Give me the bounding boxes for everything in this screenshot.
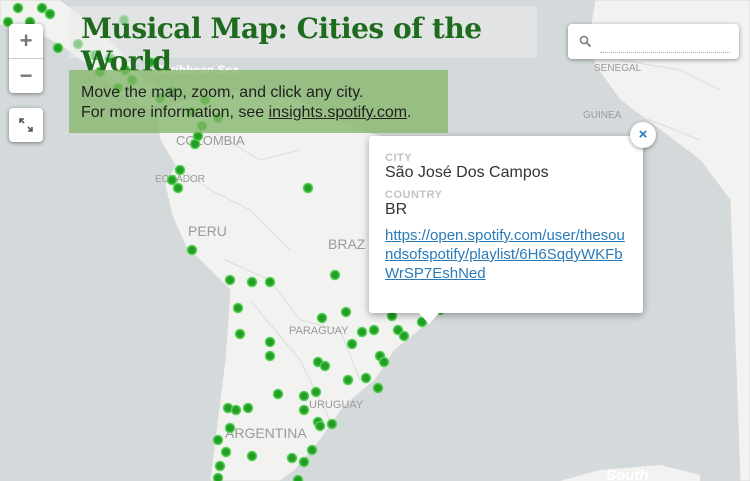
zoom-out-button[interactable]: − [9, 58, 43, 93]
info-suffix: . [407, 104, 412, 121]
city-marker[interactable] [368, 324, 380, 336]
city-marker[interactable] [242, 402, 254, 414]
city-marker[interactable] [264, 350, 276, 362]
city-marker[interactable] [166, 174, 178, 186]
city-marker[interactable] [264, 276, 276, 288]
popup-close-button[interactable]: × [630, 122, 656, 148]
label-colombia: COLOMBIA [176, 133, 245, 148]
city-marker[interactable] [310, 386, 322, 398]
country-value: BR [385, 201, 408, 218]
close-icon: × [638, 126, 648, 143]
city-marker[interactable] [314, 420, 326, 432]
city-marker[interactable] [316, 312, 328, 324]
city-marker[interactable] [398, 330, 410, 342]
city-marker[interactable] [306, 444, 318, 456]
city-marker[interactable] [172, 182, 184, 194]
city-marker[interactable] [246, 450, 258, 462]
label-argentina: ARGENTINA [225, 425, 307, 441]
city-marker[interactable] [319, 360, 331, 372]
city-marker[interactable] [212, 434, 224, 446]
city-marker[interactable] [298, 456, 310, 468]
label-brazil: BRAZ [328, 236, 366, 252]
city-marker[interactable] [342, 374, 354, 386]
city-marker[interactable] [212, 472, 224, 481]
search-box [568, 24, 739, 59]
city-marker[interactable] [329, 269, 341, 281]
info-line-2: For more information, see insights.spoti… [81, 103, 448, 123]
country-label: COUNTRY [385, 189, 443, 201]
info-panel: Move the map, zoom, and click any city. … [69, 70, 448, 133]
city-marker[interactable] [232, 302, 244, 314]
page-title: Musical Map: Cities of the World [81, 12, 482, 78]
city-marker[interactable] [298, 404, 310, 416]
label-uruguay: URUGUAY [309, 399, 364, 411]
city-marker[interactable] [234, 328, 246, 340]
fullscreen-icon [19, 118, 33, 132]
city-marker[interactable] [52, 42, 64, 54]
city-marker[interactable] [44, 8, 56, 20]
city-marker[interactable] [214, 460, 226, 472]
zoom-in-button[interactable]: + [9, 24, 43, 58]
city-marker[interactable] [298, 390, 310, 402]
city-popup: CITY São José Dos Campos COUNTRY BR http… [369, 136, 643, 313]
city-marker[interactable] [302, 182, 314, 194]
label-south: South [606, 467, 649, 481]
label-peru: PERU [188, 223, 227, 239]
city-marker[interactable] [326, 418, 338, 430]
city-marker[interactable] [189, 138, 201, 150]
label-guinea: GUINEA [583, 110, 622, 121]
zoom-control: + − [9, 24, 43, 93]
label-paraguay: PARAGUAY [289, 325, 349, 337]
city-marker[interactable] [378, 356, 390, 368]
city-marker[interactable] [264, 336, 276, 348]
city-marker[interactable] [246, 276, 258, 288]
city-label: CITY [385, 152, 413, 164]
city-marker[interactable] [224, 274, 236, 286]
city-marker[interactable] [292, 474, 304, 481]
fullscreen-button[interactable] [9, 108, 43, 142]
playlist-link[interactable]: https://open.spotify.com/user/thesoundso… [385, 226, 627, 283]
label-senegal: SENEGAL [594, 63, 642, 74]
city-marker[interactable] [356, 326, 368, 338]
info-prefix: For more information, see [81, 104, 269, 121]
info-line-1: Move the map, zoom, and click any city. [81, 84, 364, 101]
search-input[interactable] [600, 32, 730, 53]
city-marker[interactable] [36, 2, 48, 14]
city-marker[interactable] [360, 372, 372, 384]
city-marker[interactable] [230, 404, 242, 416]
city-marker[interactable] [224, 422, 236, 434]
city-marker[interactable] [174, 164, 186, 176]
title-panel: Musical Map: Cities of the World [69, 6, 537, 78]
city-marker[interactable] [372, 382, 384, 394]
city-marker[interactable] [340, 306, 352, 318]
spotify-insights-link[interactable]: insights.spotify.com [269, 104, 407, 121]
popup-tip [418, 312, 440, 324]
city-marker[interactable] [12, 2, 24, 14]
city-marker[interactable] [286, 452, 298, 464]
city-marker[interactable] [272, 388, 284, 400]
search-icon [579, 35, 592, 48]
city-marker[interactable] [220, 446, 232, 458]
city-marker[interactable] [186, 244, 198, 256]
city-marker[interactable] [346, 338, 358, 350]
city-value: São José Dos Campos [385, 164, 549, 181]
